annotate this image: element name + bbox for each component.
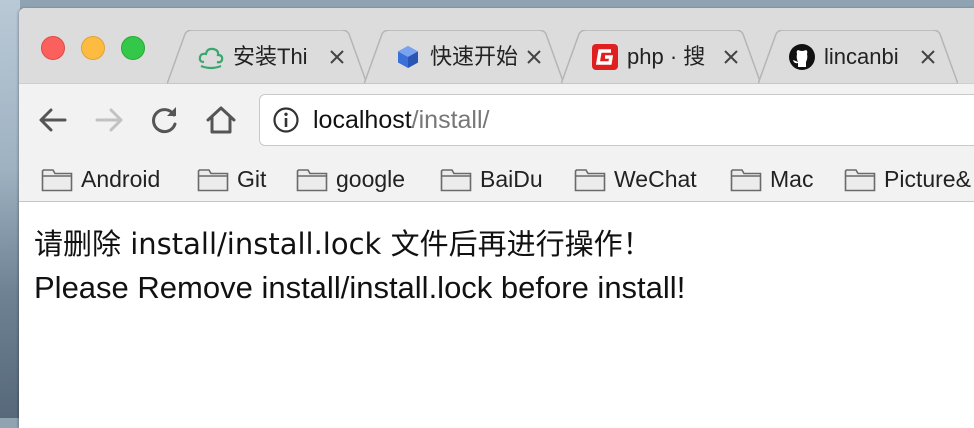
browser-window: 安装Thi 快速开始 php · 搜 lincanbi localhost/in… <box>19 8 974 428</box>
page-content: 请删除 install/install.lock 文件后再进行操作！ Pleas… <box>19 202 974 428</box>
close-window-button[interactable] <box>41 36 65 60</box>
home-icon[interactable] <box>203 102 239 138</box>
minimize-window-button[interactable] <box>81 36 105 60</box>
error-message-english: Please Remove install/install.lock befor… <box>34 270 686 305</box>
bookmarks-bar: Android Git google BaiDu WeChat Mac Pict… <box>19 156 974 202</box>
close-tab-icon[interactable] <box>327 47 347 67</box>
back-arrow-icon[interactable] <box>35 102 71 138</box>
navigation-toolbar: localhost/install/ <box>19 84 974 156</box>
folder-icon <box>197 169 229 192</box>
folder-icon <box>41 169 73 192</box>
folder-icon <box>574 169 606 192</box>
close-tab-icon[interactable] <box>918 47 938 67</box>
bookmark-label: WeChat <box>614 166 697 192</box>
tab-strip: 安装Thi 快速开始 php · 搜 lincanbi <box>19 8 974 85</box>
bookmark-label: Picture& <box>884 166 971 192</box>
github-icon <box>789 44 815 70</box>
bookmark-label: BaiDu <box>480 166 543 192</box>
url-path: /install/ <box>411 106 490 134</box>
reload-icon[interactable] <box>147 102 183 138</box>
blue-cube-icon <box>398 46 418 68</box>
tab-title: 安装Thi <box>233 44 308 69</box>
bookmark-label: Mac <box>770 166 814 192</box>
bookmark-label: Git <box>237 166 267 192</box>
forward-arrow-icon[interactable] <box>91 102 127 138</box>
bookmark-label: Android <box>81 166 161 192</box>
folder-icon <box>730 169 762 192</box>
desktop-background <box>0 0 20 418</box>
tab-title: php · 搜 <box>627 44 706 69</box>
tab-quick-start[interactable]: 快速开始 <box>364 30 564 84</box>
tab-php-search[interactable]: php · 搜 <box>561 30 761 84</box>
bookmark-label: google <box>336 166 406 192</box>
folder-icon <box>440 169 472 192</box>
url-host: localhost <box>313 106 412 134</box>
maximize-window-button[interactable] <box>121 36 145 60</box>
tab-title: 快速开始 <box>430 44 519 69</box>
tab-install[interactable]: 安装Thi <box>167 30 367 84</box>
green-cloud-icon <box>198 47 224 70</box>
red-g-icon <box>592 44 618 70</box>
close-tab-icon[interactable] <box>524 47 544 67</box>
address-bar[interactable]: localhost/install/ <box>259 94 974 146</box>
error-message-chinese: 请删除 install/install.lock 文件后再进行操作！ <box>34 227 652 261</box>
info-icon[interactable] <box>272 106 300 134</box>
close-tab-icon[interactable] <box>721 47 741 67</box>
tab-title: lincanbi <box>824 44 899 69</box>
folder-icon <box>844 169 876 192</box>
url-text: localhost/install/ <box>313 104 489 136</box>
tab-github[interactable]: lincanbi <box>758 30 958 84</box>
folder-icon <box>296 169 328 192</box>
